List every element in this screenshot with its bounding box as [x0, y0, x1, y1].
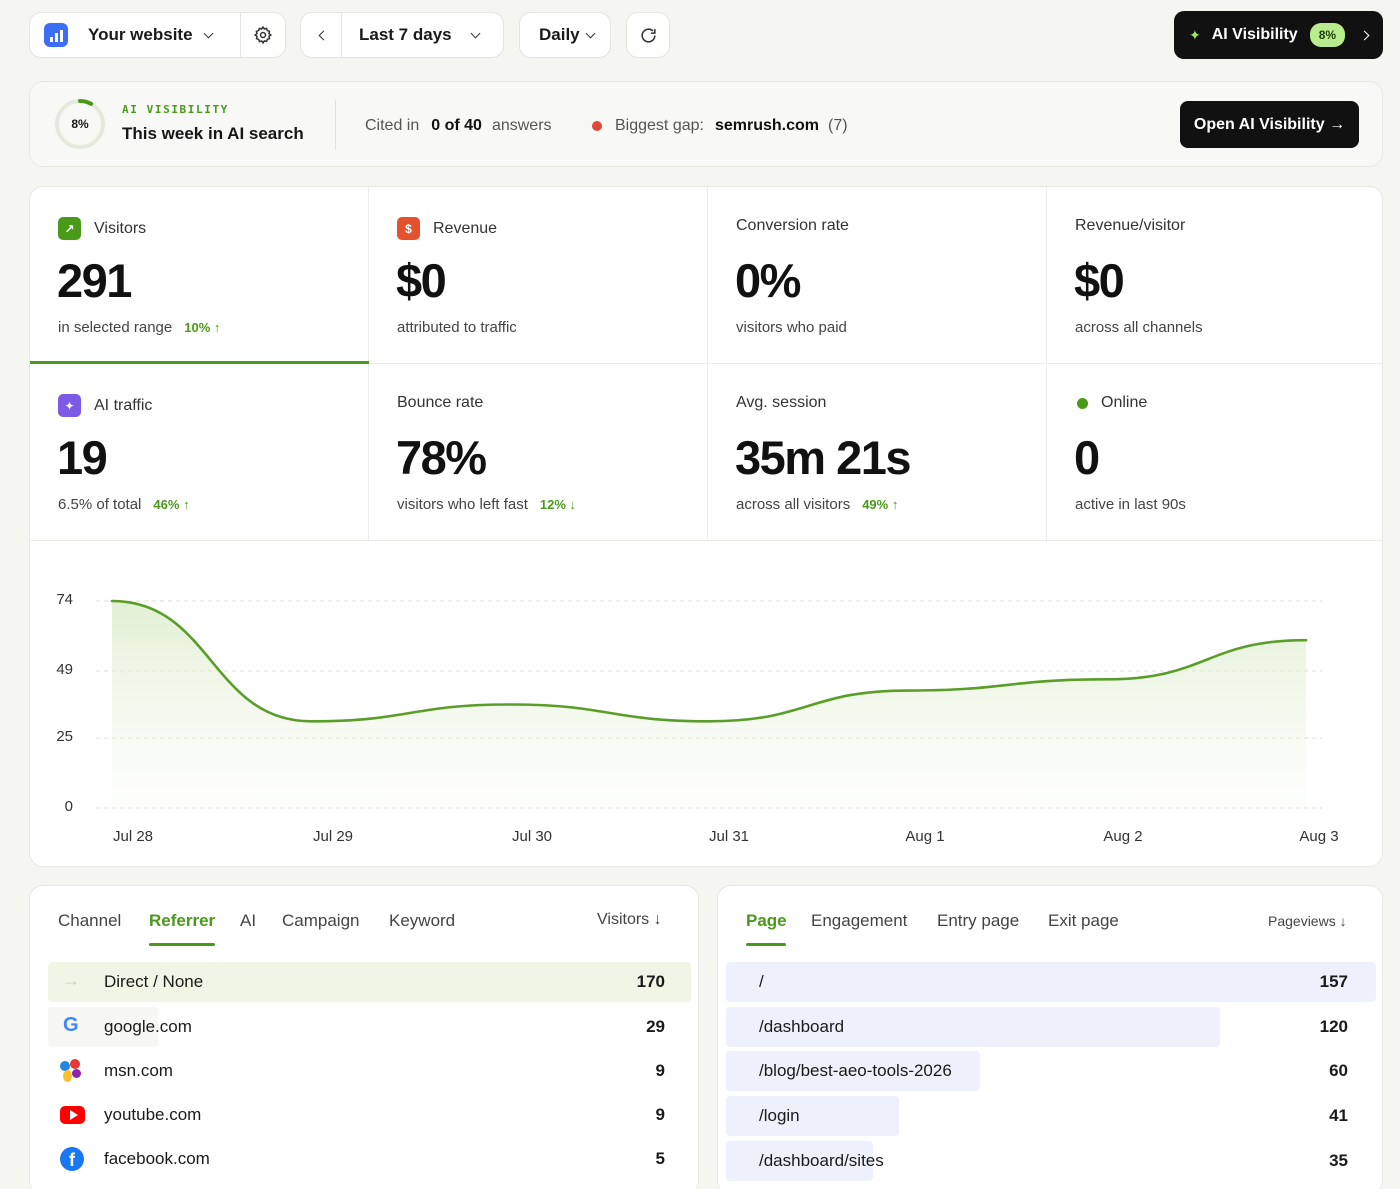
data-point: [706, 718, 712, 724]
row-value: 157: [1319, 972, 1348, 991]
row-label: Direct / None: [104, 972, 204, 991]
row-value: 9: [655, 1105, 665, 1124]
x-tick-label: Jul 28: [112, 828, 154, 845]
active-tab-underline: [746, 943, 786, 946]
row-value: 120: [1319, 1017, 1348, 1036]
google-icon: G: [63, 1014, 79, 1036]
tab-channel[interactable]: Channel: [58, 911, 121, 931]
row-value: 35: [1329, 1151, 1348, 1170]
tab-keyword[interactable]: Keyword: [389, 911, 455, 931]
pages-panel: Page Engagement Entry page Exit page Pag…: [717, 885, 1383, 1189]
msn-icon: [60, 1059, 84, 1083]
page-row[interactable]: / 157: [718, 962, 1382, 1002]
x-tick-label: Jul 29: [312, 828, 354, 845]
tab-campaign[interactable]: Campaign: [282, 911, 360, 931]
referrer-row[interactable]: G google.com 29: [30, 1007, 698, 1047]
data-point: [308, 718, 314, 724]
row-value: 60: [1329, 1061, 1348, 1080]
row-label: /: [759, 972, 764, 991]
active-tab-underline: [149, 943, 215, 946]
page-row[interactable]: /blog/best-aeo-tools-2026 60: [718, 1051, 1382, 1091]
x-tick-label: Jul 30: [511, 828, 553, 845]
y-tick-label: 0: [64, 798, 73, 815]
row-value: 170: [636, 972, 665, 991]
referrer-panel: Channel Referrer AI Campaign Keyword Vis…: [29, 885, 699, 1189]
tab-exit-page[interactable]: Exit page: [1048, 911, 1119, 931]
row-label: /login: [759, 1106, 800, 1125]
row-value: 5: [655, 1149, 665, 1168]
row-value: 41: [1329, 1106, 1348, 1125]
youtube-icon: [60, 1106, 85, 1124]
page-row[interactable]: /login 41: [718, 1096, 1382, 1136]
tab-referrer[interactable]: Referrer: [149, 911, 215, 931]
x-tick-label: Aug 2: [1103, 828, 1143, 845]
referrer-row[interactable]: youtube.com 9: [30, 1095, 698, 1135]
tab-engagement[interactable]: Engagement: [811, 911, 907, 931]
referrer-row[interactable]: msn.com 9: [30, 1051, 698, 1091]
data-point: [905, 688, 911, 694]
data-point: [507, 702, 513, 708]
row-label: /dashboard/sites: [759, 1151, 884, 1170]
tab-entry-page[interactable]: Entry page: [937, 911, 1019, 931]
referrer-row[interactable]: f facebook.com 5: [30, 1139, 698, 1179]
tab-page[interactable]: Page: [746, 911, 787, 931]
x-tick-label: Jul 31: [708, 828, 750, 845]
y-tick-label: 74: [56, 591, 73, 608]
row-label: youtube.com: [104, 1105, 202, 1124]
row-label: /dashboard: [759, 1017, 845, 1036]
row-label: facebook.com: [104, 1149, 210, 1168]
chart-area: [112, 601, 1306, 808]
y-tick-label: 25: [56, 728, 73, 746]
row-share-bar: [726, 1096, 899, 1136]
page-row[interactable]: /dashboard/sites 35: [718, 1141, 1382, 1181]
sort-pageviews-button[interactable]: Pageviews ↓: [1268, 913, 1347, 929]
arrow-right-icon: →: [62, 970, 80, 990]
row-label: google.com: [104, 1017, 192, 1036]
data-point: [109, 598, 115, 604]
referrer-row[interactable]: → Direct / None 170: [30, 962, 698, 1002]
row-label: msn.com: [104, 1061, 173, 1080]
x-tick-label: Aug 3: [1299, 828, 1339, 845]
row-share-bar: [726, 962, 1376, 1002]
page-row[interactable]: /dashboard 120: [718, 1007, 1382, 1047]
y-tick-label: 49: [56, 660, 73, 678]
data-point: [1303, 637, 1309, 643]
tab-ai[interactable]: AI: [240, 911, 256, 931]
visitors-chart: [96, 598, 1322, 809]
sort-visitors-button[interactable]: Visitors ↓: [597, 911, 662, 929]
x-tick-label: Aug 1: [905, 828, 945, 845]
row-label: /blog/best-aeo-tools-2026: [759, 1061, 952, 1080]
facebook-icon: f: [60, 1147, 84, 1171]
row-value: 29: [646, 1017, 665, 1036]
row-value: 9: [655, 1061, 665, 1080]
data-point: [1104, 676, 1110, 682]
